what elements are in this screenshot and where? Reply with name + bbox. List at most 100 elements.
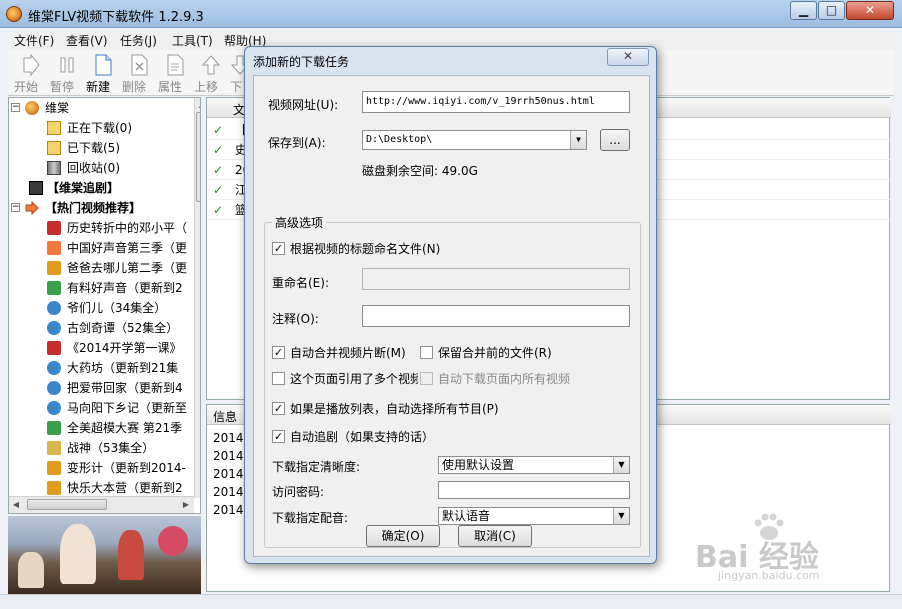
- minimize-button[interactable]: ▁: [790, 1, 817, 20]
- up-icon: [201, 55, 221, 75]
- tree-item-label: 快乐大本营（更新到2: [67, 481, 183, 495]
- rename-by-title-label: 根据视频的标题命名文件(N): [290, 242, 441, 256]
- menu-view[interactable]: 查看(V): [66, 32, 108, 49]
- tree-item-label: 《2014开学第一课》: [67, 341, 182, 355]
- tv-icon: [29, 181, 43, 195]
- new-task-label: 新建: [86, 80, 111, 94]
- quality-value: 使用默认设置: [442, 458, 515, 472]
- log-line: 2014-: [213, 467, 248, 481]
- check-icon: ✓: [213, 183, 224, 197]
- audio-value: 默认语音: [442, 509, 491, 523]
- app-logo-icon: [6, 6, 22, 22]
- delete-button[interactable]: 删除: [122, 50, 156, 96]
- video-source-icon: [47, 381, 61, 395]
- follow-series-label: 自动追剧（如果支持的话）: [290, 430, 435, 444]
- properties-button[interactable]: 属性: [158, 50, 192, 96]
- scroll-right-icon[interactable]: ▶: [179, 497, 193, 512]
- merge-checkbox[interactable]: ✓: [272, 346, 285, 359]
- log-line: 2014-: [213, 449, 248, 463]
- scroll-left-icon[interactable]: ◀: [9, 497, 23, 512]
- video-source-icon: [47, 321, 61, 335]
- rename-by-title-checkbox[interactable]: ✓: [272, 242, 285, 255]
- tree-item-label: 历史转折中的邓小平（: [67, 221, 188, 235]
- multi-video-label: 这个页面引用了多个视频: [290, 372, 418, 386]
- video-source-icon: [47, 361, 61, 375]
- ad-banner-image[interactable]: [8, 516, 201, 594]
- collapse-icon[interactable]: −: [11, 103, 20, 112]
- save-path-select[interactable]: D:\Desktop\ ▼: [362, 130, 587, 150]
- tree-item-label: 变形计（更新到2014-: [67, 461, 186, 475]
- multi-video-checkbox[interactable]: [272, 372, 285, 385]
- pause-button[interactable]: 暂停: [50, 50, 84, 96]
- download-all-label: 自动下载页面内所有视频: [438, 372, 571, 386]
- playlist-checkbox[interactable]: ✓: [272, 402, 285, 415]
- tree-horizontal-scrollbar[interactable]: ◀ ▶: [9, 496, 194, 513]
- save-path-value: D:\Desktop\: [366, 134, 433, 145]
- maximize-button[interactable]: □: [818, 1, 845, 20]
- tree-item-label: 【维棠追剧】: [47, 181, 120, 195]
- video-source-icon: [47, 301, 61, 315]
- window-title: 维棠FLV视频下载软件 1.2.9.3: [28, 10, 204, 25]
- chevron-down-icon[interactable]: ▼: [613, 508, 629, 524]
- menu-file[interactable]: 文件(F): [14, 32, 54, 49]
- keep-original-checkbox[interactable]: [420, 346, 433, 359]
- cancel-button[interactable]: 取消(C): [458, 525, 532, 547]
- tree-item-label: 全美超模大赛 第21季: [67, 421, 183, 435]
- tree-vertical-scrollbar[interactable]: ▲ ▾: [194, 98, 201, 498]
- browse-button[interactable]: ...: [600, 129, 630, 151]
- move-up-button[interactable]: 上移: [194, 50, 228, 96]
- video-source-icon: [47, 241, 61, 255]
- advanced-options-title: 高级选项: [272, 214, 327, 231]
- rename-input[interactable]: [362, 268, 630, 290]
- tree-item-label: 爷们儿（34集全）: [67, 301, 167, 315]
- tree-root-label: 维棠: [45, 101, 70, 115]
- note-input[interactable]: [362, 305, 630, 327]
- follow-series-checkbox[interactable]: ✓: [272, 430, 285, 443]
- ok-button[interactable]: 确定(O): [366, 525, 440, 547]
- playlist-label: 如果是播放列表，自动选择所有节目(P): [290, 402, 499, 416]
- properties-icon: [167, 54, 184, 76]
- video-source-icon: [47, 401, 61, 415]
- collapse-icon[interactable]: −: [11, 203, 20, 212]
- password-input[interactable]: [438, 481, 630, 499]
- trash-icon: [47, 161, 61, 175]
- quality-select[interactable]: 使用默认设置 ▼: [438, 456, 630, 474]
- scroll-thumb[interactable]: [196, 112, 200, 202]
- video-source-icon: [47, 281, 61, 295]
- start-button[interactable]: 开始: [14, 50, 48, 96]
- audio-select[interactable]: 默认语音 ▼: [438, 507, 630, 525]
- merge-label: 自动合并视频片断(M): [290, 346, 406, 360]
- url-label: 视频网址(U):: [268, 98, 339, 112]
- move-down-label: 下: [230, 80, 243, 94]
- tree-item-label: 回收站(0): [67, 161, 120, 175]
- scroll-up-icon[interactable]: ▲: [195, 98, 200, 112]
- delete-icon: [131, 54, 148, 76]
- tree-item-label: 【热门视频推荐】: [45, 201, 142, 215]
- menu-tools[interactable]: 工具(T): [172, 32, 213, 49]
- delete-label: 删除: [122, 80, 147, 94]
- menu-task[interactable]: 任务(J): [120, 32, 157, 49]
- scroll-down-icon[interactable]: ▾: [195, 482, 201, 496]
- pause-label: 暂停: [50, 80, 75, 94]
- properties-label: 属性: [158, 80, 183, 94]
- log-line: 2014-: [213, 431, 248, 445]
- video-source-icon: [47, 261, 61, 275]
- chevron-down-icon[interactable]: ▼: [613, 457, 629, 473]
- title-bar[interactable]: 维棠FLV视频下载软件 1.2.9.3 ▁ □ ✕: [0, 0, 902, 28]
- url-input[interactable]: http://www.iqiyi.com/v_19rrh50nus.html: [362, 91, 630, 113]
- start-label: 开始: [14, 80, 39, 94]
- tree-item-label: 爸爸去哪儿第二季（更: [67, 261, 188, 275]
- disk-free-text: 磁盘剩余空间: 49.0G: [362, 164, 478, 178]
- tree-item-label: 战神（53集全）: [67, 441, 155, 455]
- check-icon: ✓: [213, 163, 224, 177]
- tree-item-label: 正在下载(0): [67, 121, 132, 135]
- category-tree: − 维棠 正在下载(0) 已下载(5) 回收站(0) 【维棠追剧】 − 【热门视…: [8, 97, 201, 514]
- dialog-close-button[interactable]: ✕: [607, 48, 649, 66]
- download-all-checkbox[interactable]: [420, 372, 433, 385]
- new-task-button[interactable]: 新建: [86, 50, 120, 96]
- move-up-label: 上移: [194, 80, 219, 94]
- chevron-down-icon[interactable]: ▼: [570, 131, 586, 149]
- video-source-icon: [47, 341, 61, 355]
- close-button[interactable]: ✕: [846, 1, 894, 20]
- scroll-thumb[interactable]: [27, 499, 107, 510]
